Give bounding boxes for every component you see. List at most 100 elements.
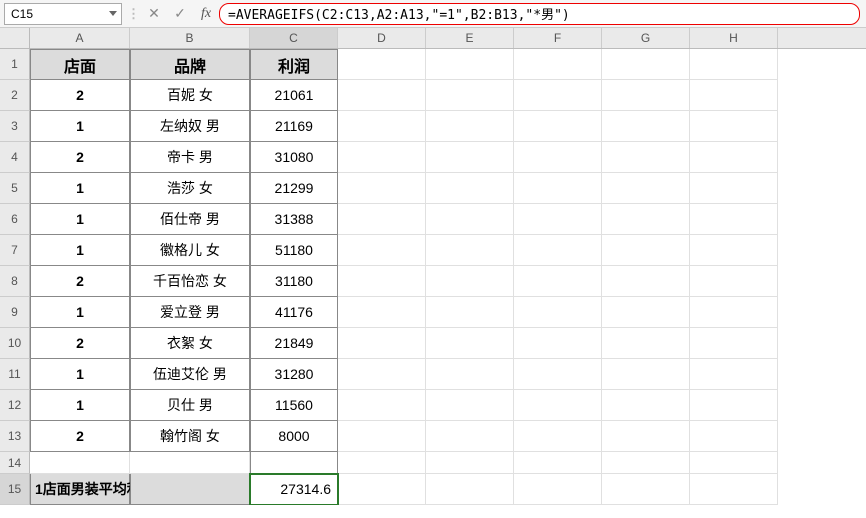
col-header-f[interactable]: F [514,28,602,48]
cell[interactable] [690,80,778,111]
select-all-corner[interactable] [0,28,30,48]
cell[interactable]: 2 [30,142,130,173]
cell[interactable] [514,142,602,173]
cell[interactable]: 2 [30,266,130,297]
cell[interactable] [338,49,426,80]
cell[interactable] [338,390,426,421]
cell[interactable] [338,142,426,173]
cell[interactable] [514,111,602,142]
cell[interactable] [338,297,426,328]
cell[interactable]: 帝卡 男 [130,142,250,173]
cell[interactable] [690,173,778,204]
cell[interactable]: 徽格儿 女 [130,235,250,266]
cell[interactable] [602,328,690,359]
col-header-b[interactable]: B [130,28,250,48]
cell[interactable] [426,235,514,266]
cell[interactable] [602,111,690,142]
cell[interactable] [338,235,426,266]
cell[interactable] [426,390,514,421]
cell[interactable] [690,235,778,266]
cell[interactable] [690,359,778,390]
cell[interactable] [426,421,514,452]
cell[interactable] [426,80,514,111]
row-header[interactable]: 4 [0,142,30,173]
cell[interactable]: 31280 [250,359,338,390]
cell[interactable] [338,421,426,452]
dropdown-arrow-icon[interactable] [109,11,117,16]
cell[interactable] [514,80,602,111]
row-header[interactable]: 14 [0,452,30,474]
fx-icon[interactable]: fx [195,3,217,25]
header-cell[interactable]: 店面 [30,49,130,80]
confirm-icon[interactable]: ✓ [169,3,191,25]
cell[interactable] [338,328,426,359]
cell[interactable] [514,204,602,235]
cell[interactable] [602,474,690,505]
col-header-c[interactable]: C [250,28,338,48]
cell[interactable] [338,452,426,474]
cell[interactable]: 2 [30,328,130,359]
cell[interactable]: 21061 [250,80,338,111]
cell[interactable] [602,49,690,80]
cell[interactable] [602,297,690,328]
cell[interactable] [426,328,514,359]
cell[interactable]: 1 [30,297,130,328]
cell[interactable]: 8000 [250,421,338,452]
cell[interactable]: 2 [30,80,130,111]
cell[interactable] [602,390,690,421]
row-header[interactable]: 1 [0,49,30,80]
row-header[interactable]: 10 [0,328,30,359]
cell[interactable] [30,452,130,474]
row-header[interactable]: 11 [0,359,30,390]
cell[interactable] [338,204,426,235]
cell[interactable] [602,266,690,297]
cell[interactable] [690,49,778,80]
cell[interactable] [514,297,602,328]
cell[interactable] [690,204,778,235]
row-header[interactable]: 13 [0,421,30,452]
cell[interactable] [338,266,426,297]
col-header-d[interactable]: D [338,28,426,48]
row-header[interactable]: 2 [0,80,30,111]
cell[interactable] [514,173,602,204]
cell[interactable] [514,328,602,359]
cell[interactable] [690,474,778,505]
cell[interactable]: 1 [30,173,130,204]
cell[interactable] [602,80,690,111]
cell[interactable]: 伍迪艾伦 男 [130,359,250,390]
cell[interactable] [514,421,602,452]
cell[interactable] [426,173,514,204]
cell[interactable]: 51180 [250,235,338,266]
cell[interactable] [130,452,250,474]
cell[interactable]: 1 [30,235,130,266]
cell[interactable] [426,474,514,505]
cell[interactable] [602,173,690,204]
cell[interactable] [514,359,602,390]
cell[interactable] [338,474,426,505]
cell[interactable] [602,359,690,390]
row-header[interactable]: 9 [0,297,30,328]
cell[interactable] [426,204,514,235]
cell[interactable] [338,80,426,111]
header-cell[interactable]: 利润 [250,49,338,80]
cell[interactable]: 千百怡恋 女 [130,266,250,297]
cell[interactable]: 衣絮 女 [130,328,250,359]
cell[interactable]: 爱立登 男 [130,297,250,328]
row-header[interactable]: 15 [0,474,30,505]
cell[interactable] [338,111,426,142]
cell[interactable] [690,328,778,359]
spreadsheet-grid[interactable]: A B C D E F G H 1 店面 品牌 利润 2 2 百妮 女 2106… [0,28,866,505]
cell[interactable] [602,235,690,266]
row-header[interactable]: 3 [0,111,30,142]
cell[interactable] [514,49,602,80]
cell[interactable]: 翰竹阁 女 [130,421,250,452]
cell[interactable] [602,421,690,452]
cell[interactable] [690,266,778,297]
summary-label-cell[interactable]: 1店面男装平均利润 [30,474,130,505]
cell[interactable]: 1 [30,204,130,235]
cell[interactable] [426,111,514,142]
cell[interactable]: 1 [30,111,130,142]
cell[interactable] [426,266,514,297]
row-header[interactable]: 12 [0,390,30,421]
cell[interactable] [338,359,426,390]
